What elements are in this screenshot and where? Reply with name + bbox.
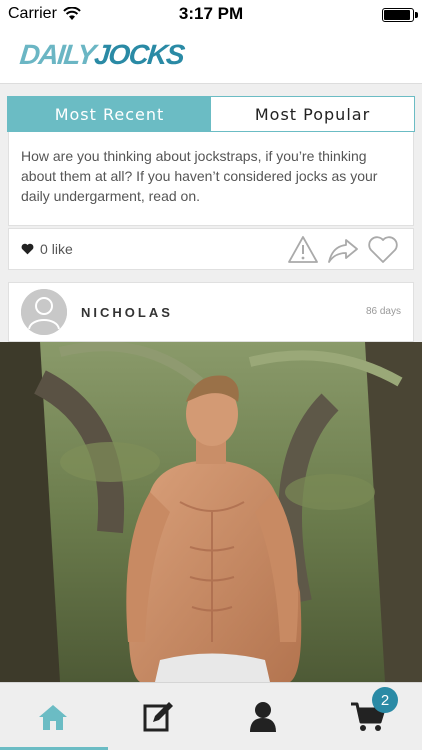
tab-compose[interactable]: [105, 683, 210, 750]
feed-tabs: Most Recent Most Popular: [7, 96, 415, 132]
status-bar: Carrier 3:17 PM: [0, 0, 422, 30]
author-card[interactable]: NICHOLAS 86 days: [8, 282, 414, 342]
bottom-tab-bar: 2: [0, 682, 422, 750]
post-actions: 0 like: [8, 228, 414, 270]
like-summary: 0 like: [21, 241, 73, 257]
dailyjocks-logo[interactable]: DAILYJOCKS: [18, 39, 185, 71]
like-count: 0: [40, 241, 48, 257]
like-label: like: [51, 241, 73, 257]
cart-badge: 2: [372, 687, 398, 713]
post-text: How are you thinking about jockstraps, i…: [21, 148, 378, 204]
logo-jocks: JOCKS: [92, 39, 186, 70]
tab-most-recent[interactable]: Most Recent: [8, 97, 211, 131]
default-avatar-icon: [21, 289, 67, 335]
status-time: 3:17 PM: [178, 4, 244, 23]
share-icon[interactable]: [327, 234, 359, 266]
photo-illustration: [0, 342, 422, 682]
logo-daily: DAILY: [18, 39, 97, 70]
tab-profile[interactable]: [210, 683, 315, 750]
heart-icon: [21, 243, 34, 255]
post-age: 86 days: [365, 306, 401, 317]
post-text-card: How are you thinking about jockstraps, i…: [8, 132, 414, 226]
compose-icon: [143, 702, 173, 732]
battery-icon: [382, 8, 418, 22]
tab-home[interactable]: [0, 683, 108, 750]
tab-cart[interactable]: [315, 683, 420, 750]
post-photo[interactable]: [0, 342, 422, 682]
profile-icon: [249, 702, 276, 732]
warning-icon[interactable]: [287, 234, 319, 266]
like-heart-outline-icon[interactable]: [367, 234, 399, 266]
home-icon: [38, 705, 67, 730]
feed[interactable]: How are you thinking about jockstraps, i…: [0, 132, 422, 682]
tab-most-popular[interactable]: Most Popular: [211, 97, 414, 131]
avatar[interactable]: [21, 289, 67, 335]
author-name[interactable]: NICHOLAS: [81, 305, 173, 320]
app-header: DAILYJOCKS: [0, 30, 422, 84]
battery-level: [384, 10, 410, 20]
